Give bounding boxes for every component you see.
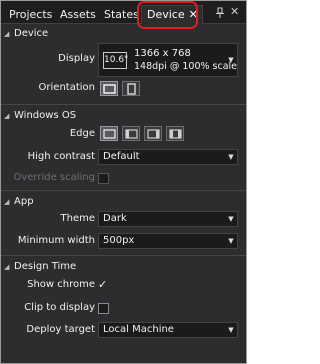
clip-to-display-checkbox[interactable] — [98, 303, 109, 314]
deploy-target-label: Deploy target — [26, 324, 95, 335]
device-panel: Projects Assets States Device ✕ ✕ ◢ Device… — [0, 0, 247, 364]
edge-label: Edge — [69, 128, 95, 139]
edge-none-icon — [103, 129, 116, 139]
portrait-icon — [127, 83, 136, 95]
collapse-triangle-icon: ◢ — [4, 112, 10, 120]
pin-icon[interactable] — [215, 7, 225, 19]
tab-projects[interactable]: Projects — [4, 6, 57, 24]
device-section-header[interactable]: ◢ Device — [1, 26, 246, 42]
min-width-dropdown[interactable]: 500px ▼ — [98, 233, 238, 249]
theme-dropdown[interactable]: Dark ▼ — [98, 211, 238, 227]
edge-left-icon — [125, 129, 138, 139]
app-section-title: App — [14, 196, 34, 207]
device-section: ◢ Device — [1, 26, 246, 42]
section-divider — [1, 190, 246, 191]
section-divider — [1, 255, 246, 256]
collapse-triangle-icon: ◢ — [4, 198, 10, 206]
min-width-value: 500px — [103, 235, 135, 246]
orientation-label: Orientation — [38, 82, 95, 93]
edge-none-button[interactable] — [100, 126, 118, 141]
landscape-icon — [103, 84, 116, 94]
tab-strip: Projects Assets States Device ✕ ✕ — [1, 1, 246, 24]
checkmark-icon: ✓ — [98, 278, 108, 291]
tab-highlight-annotation — [137, 1, 198, 29]
app-section-header[interactable]: ◢ App — [1, 194, 246, 210]
display-resolution: 1366 x 768 — [134, 48, 191, 59]
high-contrast-label: High contrast — [27, 151, 95, 162]
chevron-down-icon: ▼ — [228, 215, 234, 223]
chevron-down-icon: ▼ — [228, 153, 234, 161]
edge-both-icon — [169, 129, 182, 139]
show-chrome-checkbox[interactable]: ✓ — [98, 278, 109, 291]
display-dpi: 148dpi @ 100% scale — [134, 61, 238, 72]
windows-os-section: ◢ Windows OS — [1, 108, 246, 124]
windows-os-section-header[interactable]: ◢ Windows OS — [1, 108, 246, 124]
landscape-orientation-button[interactable] — [100, 81, 118, 96]
show-chrome-label: Show chrome — [27, 279, 95, 290]
edge-both-button[interactable] — [166, 126, 184, 141]
app-section: ◢ App — [1, 194, 246, 210]
collapse-triangle-icon: ◢ — [4, 263, 10, 271]
collapse-triangle-icon: ◢ — [4, 30, 10, 38]
section-divider — [1, 104, 246, 105]
deploy-target-dropdown[interactable]: Local Machine ▼ — [98, 322, 238, 338]
display-label: Display — [58, 53, 95, 64]
override-scaling-checkbox[interactable] — [98, 173, 109, 184]
edge-right-button[interactable] — [144, 126, 162, 141]
deploy-target-value: Local Machine — [103, 324, 174, 335]
design-time-section-title: Design Time — [14, 261, 77, 272]
min-width-label: Minimum width — [17, 235, 95, 246]
chevron-down-icon: ▼ — [228, 326, 234, 334]
close-panel-icon[interactable]: ✕ — [230, 6, 239, 18]
edge-right-icon — [147, 129, 160, 139]
display-size-badge: 10.6" — [103, 52, 128, 69]
design-time-section: ◢ Design Time — [1, 259, 246, 275]
theme-value: Dark — [103, 213, 127, 224]
display-dropdown[interactable]: 10.6" 1366 x 768 148dpi @ 100% scale ▼ — [98, 43, 238, 77]
chevron-down-icon: ▼ — [228, 237, 234, 245]
high-contrast-dropdown[interactable]: Default ▼ — [98, 149, 238, 165]
override-scaling-label: Override scaling — [13, 172, 95, 183]
high-contrast-value: Default — [103, 151, 140, 162]
edge-left-button[interactable] — [122, 126, 140, 141]
tab-assets[interactable]: Assets — [55, 6, 101, 24]
clip-to-display-label: Clip to display — [24, 302, 95, 313]
theme-label: Theme — [60, 213, 96, 224]
chevron-down-icon: ▼ — [228, 56, 234, 64]
device-section-title: Device — [14, 28, 49, 39]
windows-os-section-title: Windows OS — [14, 110, 77, 121]
portrait-orientation-button[interactable] — [122, 81, 140, 96]
design-time-section-header[interactable]: ◢ Design Time — [1, 259, 246, 275]
